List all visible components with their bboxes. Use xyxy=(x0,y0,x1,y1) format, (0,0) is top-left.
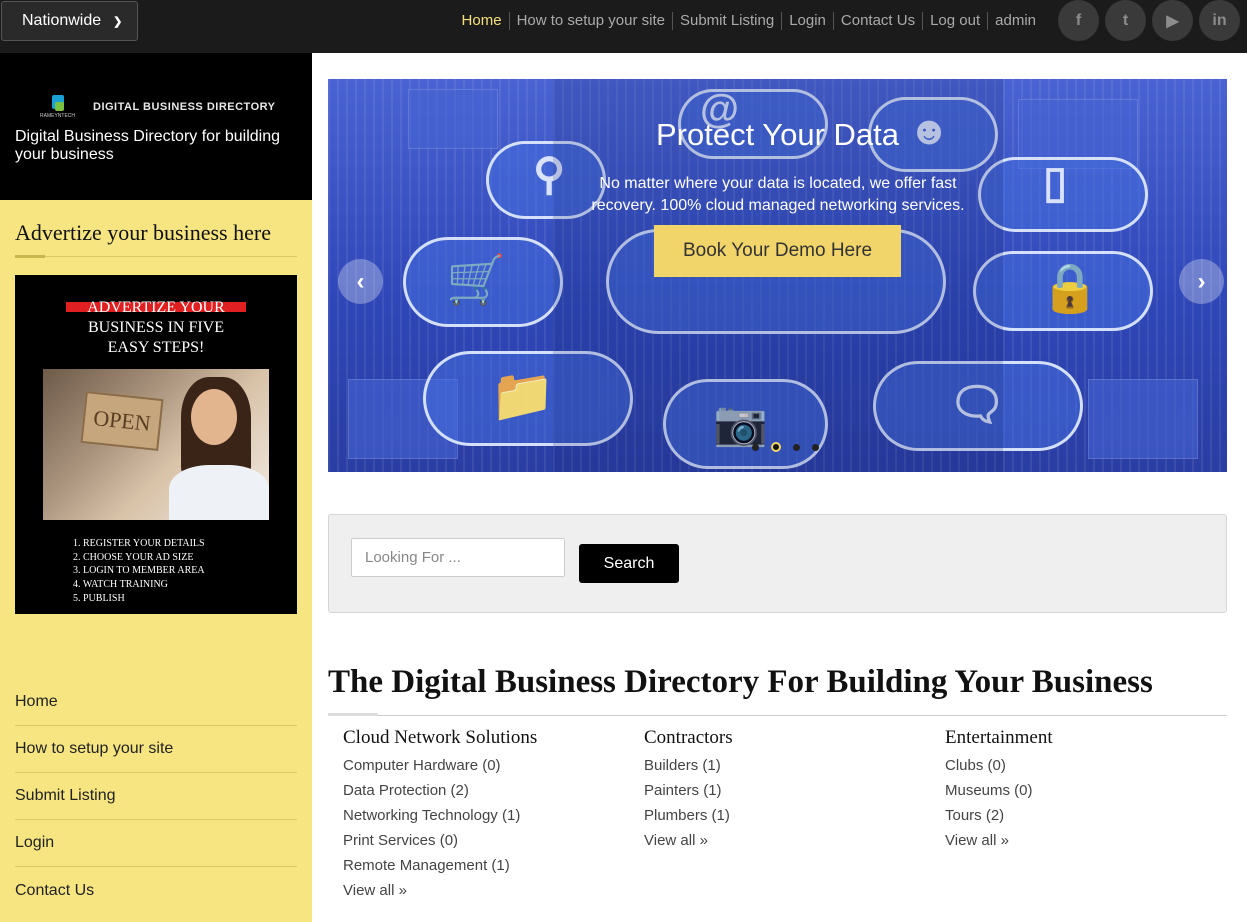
hero-title: Protect Your Data xyxy=(656,117,899,152)
nav-admin[interactable]: admin xyxy=(987,12,1043,30)
ad-title-line: ADVERTIZE YOUR xyxy=(87,299,225,316)
view-all-link[interactable]: View all » xyxy=(343,882,633,907)
ad-step: 1. REGISTER YOUR DETAILS xyxy=(73,538,205,549)
nav-contact[interactable]: Contact Us xyxy=(832,12,922,30)
ad-steps-list: 1. REGISTER YOUR DETAILS 2. CHOOSE YOUR … xyxy=(73,537,205,606)
prev-slide-arrow-icon[interactable]: ‹ xyxy=(338,259,383,304)
divider-accent xyxy=(328,713,378,716)
category-link[interactable]: Painters (1) xyxy=(644,782,934,807)
sidebar-menu: Home How to setup your site Submit Listi… xyxy=(15,679,297,914)
ad-title: ADVERTIZE YOUR BUSINESS IN FIVE EASY STE… xyxy=(15,298,297,358)
ad-step: 4. WATCH TRAINING xyxy=(73,579,168,591)
open-sign: OPEN xyxy=(80,391,164,451)
nav-login[interactable]: Login xyxy=(781,12,833,30)
ad-step: 3. LOGIN TO MEMBER AREA xyxy=(73,565,205,577)
divider-accent xyxy=(15,255,45,258)
hero-text: No matter where your data is located, we… xyxy=(591,175,965,214)
ad-title-line: EASY STEPS! xyxy=(107,339,205,356)
sidebar-item-contact[interactable]: Contact Us xyxy=(15,867,297,914)
slider-dot[interactable] xyxy=(812,443,819,451)
category-column: Entertainment Clubs (0) Museums (0) Tour… xyxy=(945,727,1235,857)
sidebar-item-home[interactable]: Home xyxy=(15,679,297,726)
category-link[interactable]: Tours (2) xyxy=(945,807,1235,832)
view-all-link[interactable]: View all » xyxy=(644,832,934,857)
next-slide-arrow-icon[interactable]: › xyxy=(1179,259,1224,304)
category-heading[interactable]: Entertainment xyxy=(945,727,1235,757)
chevron-down-icon: ❯ xyxy=(113,15,123,28)
youtube-icon[interactable]: ▶ xyxy=(1152,0,1193,41)
facebook-icon[interactable]: f xyxy=(1058,0,1099,41)
logo-mark-icon: RAMEYNTECH xyxy=(40,93,75,121)
category-link[interactable]: Networking Technology (1) xyxy=(343,807,633,832)
social-links: f t ▶ in xyxy=(1052,0,1240,41)
ad-step: 2. CHOOSE YOUR AD SIZE xyxy=(73,551,194,563)
slider-dot[interactable] xyxy=(752,443,759,451)
view-all-link[interactable]: View all » xyxy=(945,832,1235,857)
site-tagline: Digital Business Directory for building … xyxy=(15,128,280,163)
category-heading[interactable]: Contractors xyxy=(644,727,934,757)
brand-logo[interactable]: RAMEYNTECH DIGITAL BUSINESS DIRECTORY xyxy=(40,93,276,121)
brand-block: RAMEYNTECH DIGITAL BUSINESS DIRECTORY Di… xyxy=(0,53,312,200)
category-link[interactable]: Data Protection (2) xyxy=(343,782,633,807)
ad-photo: OPEN xyxy=(43,369,269,520)
category-link[interactable]: Builders (1) xyxy=(644,757,934,782)
category-link[interactable]: Remote Management (1) xyxy=(343,857,633,882)
divider xyxy=(328,715,1227,716)
category-link[interactable]: Clubs (0) xyxy=(945,757,1235,782)
slider-dots xyxy=(746,442,825,452)
twitter-icon[interactable]: t xyxy=(1105,0,1146,41)
region-dropdown[interactable]: Nationwide ❯ xyxy=(1,1,138,41)
advertize-heading: Advertize your business here xyxy=(15,220,271,245)
category-link[interactable]: Plumbers (1) xyxy=(644,807,934,832)
nav-home[interactable]: Home xyxy=(455,12,509,30)
slider-dot[interactable] xyxy=(793,443,800,451)
sidebar-item-setup[interactable]: How to setup your site xyxy=(15,726,297,773)
search-panel: Search xyxy=(328,514,1227,613)
hero-slider: ⚲ 🛒 📁 📷 @ ☻ ▯ 🔒 🗨 Protect Your Data No m… xyxy=(328,79,1227,472)
tablet-icon: ▯ xyxy=(1043,158,1068,207)
folder-icon: 📁 xyxy=(490,367,555,425)
category-link[interactable]: Print Services (0) xyxy=(343,832,633,857)
category-heading[interactable]: Cloud Network Solutions xyxy=(343,727,633,757)
sidebar: RAMEYNTECH DIGITAL BUSINESS DIRECTORY Di… xyxy=(0,53,312,922)
ad-step: 5. PUBLISH xyxy=(73,592,125,604)
top-bar: Nationwide ❯ Home How to setup your site… xyxy=(0,0,1247,53)
cart-icon: 🛒 xyxy=(446,254,506,307)
nav-setup[interactable]: How to setup your site xyxy=(508,12,672,30)
nav-logout[interactable]: Log out xyxy=(922,12,987,30)
bg-tile xyxy=(1088,379,1198,459)
nav-submit-listing[interactable]: Submit Listing xyxy=(671,12,781,30)
category-column: Contractors Builders (1) Painters (1) Pl… xyxy=(644,727,934,857)
lock-icon: 🔒 xyxy=(1040,262,1100,315)
ad-title-line: BUSINESS IN FIVE xyxy=(87,319,224,336)
divider xyxy=(15,256,297,257)
region-label: Nationwide xyxy=(22,12,102,29)
logo-small-text: RAMEYNTECH xyxy=(40,113,76,119)
sidebar-item-submit-listing[interactable]: Submit Listing xyxy=(15,773,297,820)
category-link[interactable]: Museums (0) xyxy=(945,782,1235,807)
linkedin-icon[interactable]: in xyxy=(1199,0,1240,41)
top-nav: Home How to setup your site Submit Listi… xyxy=(455,12,1043,30)
directory-title: The Digital Business Directory For Build… xyxy=(328,664,1153,700)
book-demo-button[interactable]: Book Your Demo Here xyxy=(654,225,901,277)
category-link[interactable]: Computer Hardware (0) xyxy=(343,757,633,782)
advert-banner[interactable]: ADVERTIZE YOUR BUSINESS IN FIVE EASY STE… xyxy=(15,275,297,614)
sidebar-item-login[interactable]: Login xyxy=(15,820,297,867)
search-button[interactable]: Search xyxy=(579,544,679,583)
search-input[interactable] xyxy=(351,538,565,577)
slider-dot-active[interactable] xyxy=(771,442,781,452)
logo-name: DIGITAL BUSINESS DIRECTORY xyxy=(93,101,276,113)
category-column: Cloud Network Solutions Computer Hardwar… xyxy=(343,727,633,907)
